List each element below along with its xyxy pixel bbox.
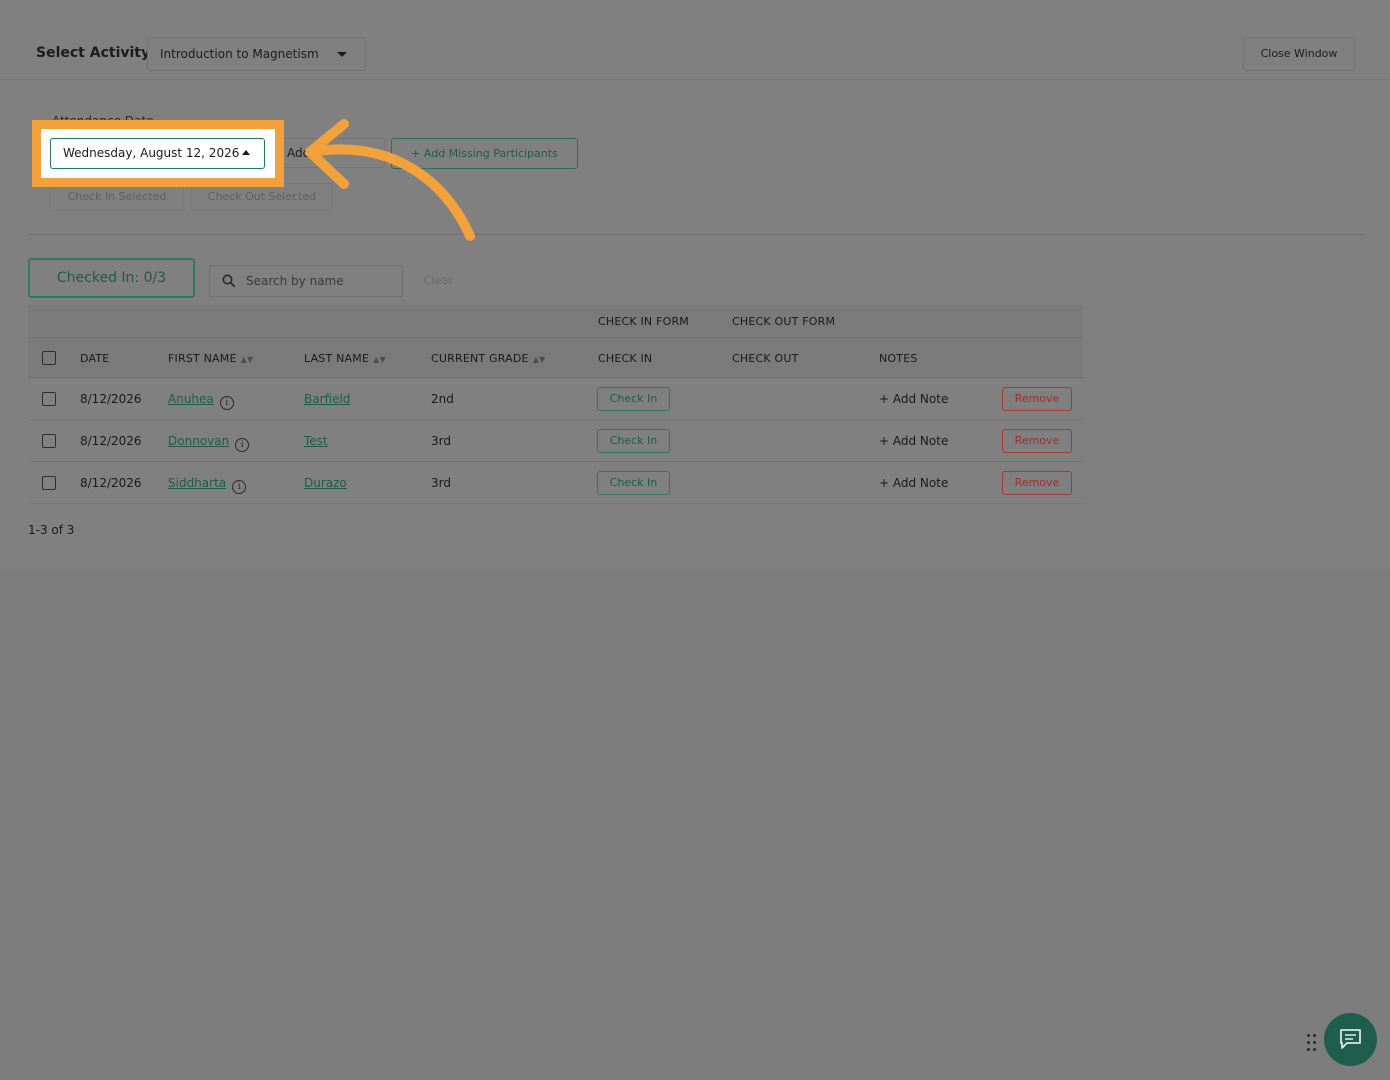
row-checkbox[interactable] xyxy=(42,434,56,448)
select-all-checkbox[interactable] xyxy=(42,351,56,365)
last-name-header[interactable]: LAST NAME ▲▼ xyxy=(304,352,386,365)
search-placeholder: Search by name xyxy=(246,274,344,288)
check-in-button[interactable]: Check In xyxy=(597,387,670,411)
search-icon xyxy=(222,274,236,288)
check-in-form-header: CHECK IN FORM xyxy=(598,315,689,328)
sort-icon: ▲▼ xyxy=(532,355,546,364)
page-background: Select Activity: Introduction to Magneti… xyxy=(0,0,1390,570)
first-name-header-label: FIRST NAME xyxy=(168,352,237,365)
grade-cell: 3rd xyxy=(431,434,451,448)
info-icon[interactable]: i xyxy=(219,396,234,410)
notes-header: NOTES xyxy=(879,352,918,365)
last-name-link[interactable]: Barfield xyxy=(304,392,350,406)
activity-label: Select Activity: xyxy=(36,45,156,61)
section-divider xyxy=(28,234,1363,235)
checked-in-counter[interactable]: Checked In: 0/3 xyxy=(28,258,195,298)
last-name-link[interactable]: Test xyxy=(304,434,328,448)
current-grade-header-label: CURRENT GRADE xyxy=(431,352,529,365)
row-date: 8/12/2026 xyxy=(80,434,142,448)
date-header: DATE xyxy=(80,352,110,365)
info-icon[interactable]: i xyxy=(232,480,247,494)
first-name-header[interactable]: FIRST NAME ▲▼ xyxy=(168,352,253,365)
add-note-link[interactable]: + Add Note xyxy=(879,434,948,448)
check-in-selected-button[interactable]: Check In Selected xyxy=(50,183,184,211)
grade-cell: 3rd xyxy=(431,476,451,490)
add-button[interactable]: Add xyxy=(270,138,385,168)
sort-icon: ▲▼ xyxy=(373,355,386,364)
attendance-date-picker[interactable]: Wednesday, August 12, 2026 xyxy=(50,138,265,169)
caret-down-icon xyxy=(337,52,347,57)
last-name-link[interactable]: Durazo xyxy=(304,476,347,490)
add-note-link[interactable]: + Add Note xyxy=(879,392,948,406)
add-missing-participants-button[interactable]: + Add Missing Participants xyxy=(391,138,578,169)
activity-select[interactable]: Introduction to Magnetism xyxy=(147,37,366,71)
info-icon[interactable]: i xyxy=(235,438,250,452)
row-checkbox[interactable] xyxy=(42,392,56,406)
top-bar: Select Activity: Introduction to Magneti… xyxy=(0,0,1390,80)
first-name-cell: Donnovan i xyxy=(168,434,250,452)
first-name-link[interactable]: Donnovan xyxy=(168,434,229,448)
chat-button[interactable] xyxy=(1324,1013,1377,1066)
caret-up-icon xyxy=(242,150,250,155)
clear-button[interactable]: Clear xyxy=(424,274,453,287)
attendance-table: CHECK IN FORM CHECK OUT FORM DATE FIRST … xyxy=(28,305,1083,504)
remove-button[interactable]: Remove xyxy=(1002,387,1072,411)
check-in-button[interactable]: Check In xyxy=(597,429,670,453)
table-group-header: CHECK IN FORM CHECK OUT FORM xyxy=(28,305,1083,338)
check-in-header: CHECK IN xyxy=(598,352,653,365)
search-input[interactable]: Search by name xyxy=(209,265,403,297)
last-name-header-label: LAST NAME xyxy=(304,352,370,365)
first-name-link[interactable]: Anuhea xyxy=(168,392,214,406)
first-name-cell: Anuhea i xyxy=(168,392,234,410)
check-in-button[interactable]: Check In xyxy=(597,471,670,495)
attendance-date-value: Wednesday, August 12, 2026 xyxy=(63,146,240,160)
remove-button[interactable]: Remove xyxy=(1002,471,1072,495)
table-row: 8/12/2026 Donnovan i Test 3rd Check In + … xyxy=(28,420,1083,462)
drag-handle-icon[interactable] xyxy=(1307,1034,1317,1052)
activity-select-value: Introduction to Magnetism xyxy=(160,47,319,61)
check-out-header: CHECK OUT xyxy=(732,352,799,365)
check-out-form-header: CHECK OUT FORM xyxy=(732,315,836,328)
chat-icon xyxy=(1340,1029,1361,1049)
table-row: 8/12/2026 Siddharta i Durazo 3rd Check In… xyxy=(28,462,1083,504)
first-name-cell: Siddharta i xyxy=(168,476,247,494)
check-out-selected-button[interactable]: Check Out Selected xyxy=(191,183,333,211)
close-window-button[interactable]: Close Window xyxy=(1243,37,1355,71)
row-date: 8/12/2026 xyxy=(80,392,142,406)
first-name-link[interactable]: Siddharta xyxy=(168,476,226,490)
pagination-info: 1-3 of 3 xyxy=(28,523,75,537)
current-grade-header[interactable]: CURRENT GRADE ▲▼ xyxy=(431,352,545,365)
remove-button[interactable]: Remove xyxy=(1002,429,1072,453)
table-row: 8/12/2026 Anuhea i Barfield 2nd Check In … xyxy=(28,378,1083,420)
add-note-link[interactable]: + Add Note xyxy=(879,476,948,490)
row-date: 8/12/2026 xyxy=(80,476,142,490)
table-header: DATE FIRST NAME ▲▼ LAST NAME ▲▼ CURRENT GR… xyxy=(28,338,1083,378)
grade-cell: 2nd xyxy=(431,392,454,406)
sort-icon: ▲▼ xyxy=(240,355,254,364)
row-checkbox[interactable] xyxy=(42,476,56,490)
